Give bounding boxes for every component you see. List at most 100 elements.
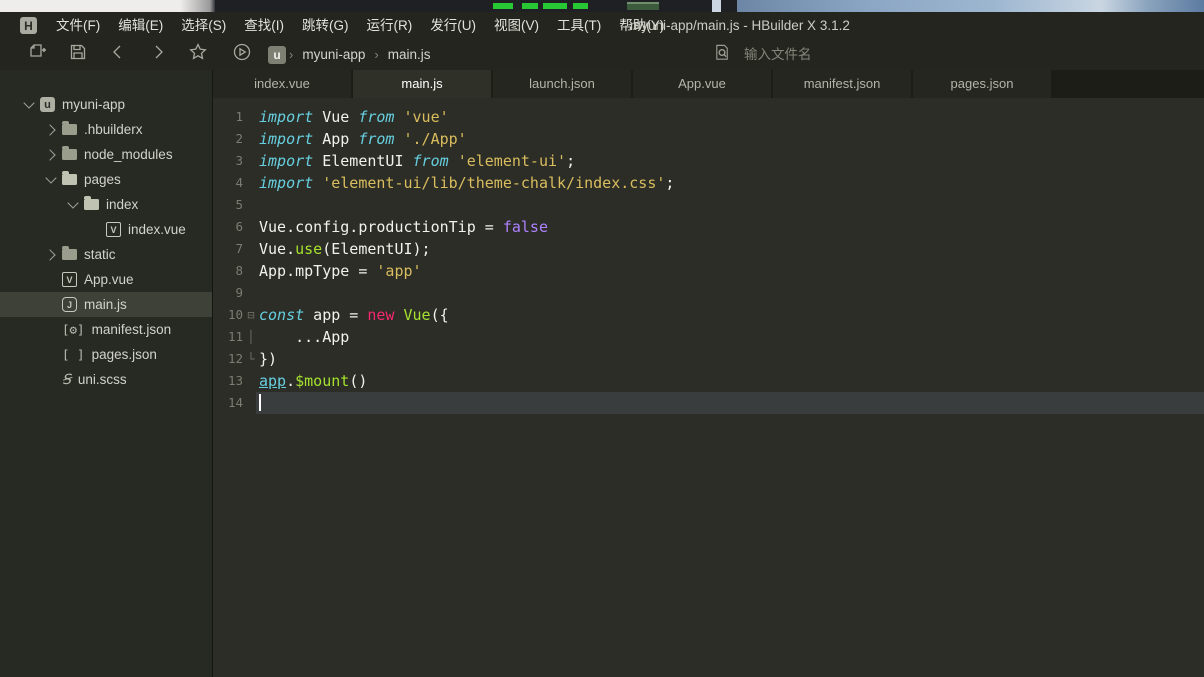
tree-item[interactable]: Jmain.js (0, 292, 212, 317)
tree-item-label: myuni-app (62, 97, 126, 112)
tree-item[interactable]: Vindex.vue (0, 217, 212, 242)
tree-item-label: index (106, 197, 139, 212)
vue-file-icon: V (62, 272, 77, 287)
code-token: from (412, 152, 449, 170)
code-line[interactable]: 11 │ ...App (213, 326, 1204, 348)
code-line[interactable]: 1 import Vue from 'vue' (213, 106, 1204, 128)
tree-item[interactable]: Ꞩuni.scss (0, 367, 212, 392)
save-icon (68, 42, 88, 67)
code-line[interactable]: 3 import ElementUI from 'element-ui'; (213, 150, 1204, 172)
menu-item[interactable]: 文件(F) (47, 12, 109, 39)
line-number: 3 (235, 153, 243, 168)
fold-marker-icon[interactable]: ⊟ (243, 304, 259, 326)
manifest-json-icon: [⚙] (62, 322, 85, 337)
tree-item-label: manifest.json (91, 322, 172, 337)
menu-item[interactable]: 工具(T) (548, 12, 610, 39)
code-line[interactable]: 12 └}) (213, 348, 1204, 370)
chevron-down-icon[interactable] (45, 172, 57, 184)
chevron-right-icon[interactable] (44, 148, 56, 161)
code-line[interactable]: 14 (213, 392, 1204, 414)
file-search (713, 39, 946, 70)
menu-item[interactable]: 发行(U) (421, 12, 485, 39)
run-icon (232, 42, 252, 67)
code-line[interactable]: 7 Vue.use(ElementUI); (213, 238, 1204, 260)
tree-item[interactable]: V App.vue (0, 267, 212, 292)
code-token: ; (566, 152, 576, 170)
tree-chevron-slot (40, 172, 62, 184)
code-token: app = (304, 306, 368, 324)
file-search-input[interactable] (742, 46, 946, 63)
code-line[interactable]: 4 import 'element-ui/lib/theme-chalk/inde… (213, 172, 1204, 194)
code-editor[interactable]: 1 import Vue from 'vue' 2 import App from '… (213, 98, 1204, 677)
project-explorer[interactable]: u myuni-app .hbuilderx node_modules pages ind… (0, 70, 213, 677)
tree-item[interactable]: index (0, 192, 212, 217)
tree-item-label: App.vue (84, 272, 134, 287)
menu-item[interactable]: 跳转(G) (293, 12, 358, 39)
forward-chevron-icon (148, 42, 168, 67)
tree-item[interactable]: [⚙] manifest.json (0, 317, 212, 342)
chevron-right-icon[interactable] (44, 123, 56, 136)
code-token: 'vue' (403, 108, 449, 126)
indent-guide (243, 106, 259, 128)
tab[interactable]: main.js (353, 70, 493, 98)
menu-item[interactable]: 查找(I) (235, 12, 293, 39)
code-line[interactable]: 6 Vue.config.productionTip = false (213, 216, 1204, 238)
code-line[interactable]: 10 ⊟ const app = new Vue({ (213, 304, 1204, 326)
tree-item[interactable]: node_modules (0, 142, 212, 167)
run-button[interactable] (232, 42, 252, 67)
code-token: 'element-ui' (457, 152, 567, 170)
new-file-button[interactable] (28, 44, 48, 65)
forward-button[interactable] (148, 45, 168, 65)
breadcrumb-project[interactable]: myuni-app (302, 47, 365, 62)
menu-item[interactable]: 选择(S) (172, 12, 235, 39)
code-token: ElementUI (313, 152, 413, 170)
back-button[interactable] (108, 45, 128, 65)
file-search-icon (713, 43, 732, 67)
save-button[interactable] (68, 42, 88, 67)
menu-item[interactable]: 视图(V) (485, 12, 548, 39)
code-text: import Vue from 'vue' (259, 106, 1204, 128)
breadcrumb-file[interactable]: main.js (388, 47, 431, 62)
tab-bar: index.vue main.js launch.json App.vue manife… (213, 70, 1204, 98)
chevron-down-icon[interactable] (67, 197, 79, 209)
folder-icon (62, 246, 77, 260)
code-line[interactable]: 8 App.mpType = 'app' (213, 260, 1204, 282)
scss-file-icon: Ꞩ (62, 371, 71, 388)
menu-item[interactable]: 运行(R) (358, 12, 422, 39)
tab[interactable]: launch.json (493, 70, 633, 98)
tree-item[interactable]: [ ] pages.json (0, 342, 212, 367)
tree-item[interactable]: u myuni-app (0, 92, 212, 117)
tree-item-label: static (84, 247, 116, 262)
code-token: ({ (430, 306, 449, 324)
tree-item[interactable]: static (0, 242, 212, 267)
tab[interactable]: index.vue (213, 70, 353, 98)
line-number: 9 (235, 285, 243, 300)
tree-item-label: main.js (84, 297, 127, 312)
menu-item[interactable]: 编辑(E) (109, 12, 172, 39)
tab[interactable]: manifest.json (773, 70, 913, 98)
chevron-right-icon[interactable] (44, 248, 56, 261)
code-line[interactable]: 13 app.$mount() (213, 370, 1204, 392)
breadcrumb-separator: › (289, 47, 294, 62)
code-line[interactable]: 9 (213, 282, 1204, 304)
code-token: from (358, 108, 395, 126)
code-token: ...App (259, 328, 350, 346)
code-line[interactable]: 2 import App from './App' (213, 128, 1204, 150)
code-text: import 'element-ui/lib/theme-chalk/index… (259, 172, 1204, 194)
code-token: app (259, 372, 287, 390)
chevron-down-icon[interactable] (23, 97, 35, 109)
tree-item[interactable]: pages (0, 167, 212, 192)
favorite-button[interactable] (188, 42, 208, 65)
main-area: u myuni-app .hbuilderx node_modules pages ind… (0, 70, 1204, 677)
indent-guide (243, 216, 259, 238)
tab[interactable]: App.vue (633, 70, 773, 98)
indent-guide (243, 370, 259, 392)
code-token: App (313, 130, 359, 148)
tab[interactable]: pages.json (913, 70, 1053, 98)
tree-item[interactable]: .hbuilderx (0, 117, 212, 142)
code-line[interactable]: 5 (213, 194, 1204, 216)
json-file-icon: [ ] (62, 347, 85, 362)
code-token: (ElementUI); (322, 240, 431, 258)
